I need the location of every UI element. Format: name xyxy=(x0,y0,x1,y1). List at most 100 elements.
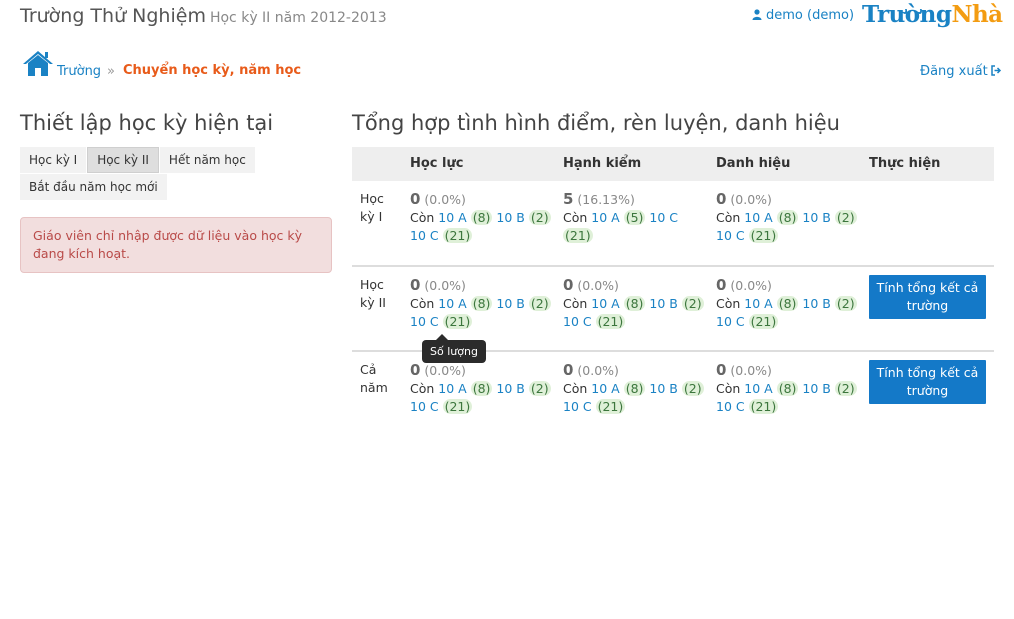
count-badge: (8) xyxy=(776,381,799,396)
count-badge: (21) xyxy=(595,314,626,329)
summary-row-hoc-ky-1: Học kỳ I 0 (0.0%) Còn 10 A (8) 10 B (2) … xyxy=(352,181,994,267)
percent-value: (16.13%) xyxy=(577,192,635,207)
count-badge: (21) xyxy=(748,314,779,329)
cell-danh-hieu: 0 (0.0%) Còn 10 A (8) 10 B (2) 10 C (21) xyxy=(716,190,861,245)
class-link-10a[interactable]: 10 A xyxy=(744,296,772,311)
cell-hoc-luc: 0 (0.0%) Còn 10 A (8) 10 B (2) 10 C (21) xyxy=(410,276,555,331)
class-link-10c[interactable]: 10 C xyxy=(716,399,745,414)
user-name: demo (demo) xyxy=(766,8,855,23)
count-badge: (8) xyxy=(470,296,493,311)
class-link-10a[interactable]: 10 A xyxy=(438,210,466,225)
count-badge: (8) xyxy=(470,381,493,396)
count-badge: (2) xyxy=(834,296,857,311)
class-link-10a[interactable]: 10 A xyxy=(744,210,772,225)
cell-danh-hieu: 0 (0.0%) Còn 10 A (8) 10 B (2) 10 C (21) xyxy=(716,361,861,416)
tab-hoc-ky-1[interactable]: Học kỳ I xyxy=(20,147,87,173)
class-link-10c[interactable]: 10 C xyxy=(410,399,439,414)
percent-value: (0.0%) xyxy=(577,363,619,378)
count-badge: (2) xyxy=(681,296,704,311)
class-link-10c[interactable]: 10 C xyxy=(563,399,592,414)
row-label: Học kỳ II xyxy=(360,277,386,310)
count-value: 0 xyxy=(716,361,727,379)
truongnha-logo[interactable]: TrườngNhà xyxy=(862,1,1003,28)
tab-hoc-ky-2[interactable]: Học kỳ II xyxy=(87,147,159,173)
class-link-10c[interactable]: 10 C xyxy=(649,210,678,225)
remaining-label: Còn xyxy=(716,210,741,225)
class-link-10a[interactable]: 10 A xyxy=(438,381,466,396)
class-link-10c[interactable]: 10 C xyxy=(410,314,439,329)
class-link-10a[interactable]: 10 A xyxy=(591,381,619,396)
count-badge: (21) xyxy=(748,399,779,414)
count-badge: (8) xyxy=(623,381,646,396)
count-badge: (5) xyxy=(623,210,646,225)
logout-icon xyxy=(990,65,1001,76)
tab-het-nam-hoc[interactable]: Hết năm học xyxy=(159,147,255,173)
class-link-10c[interactable]: 10 C xyxy=(563,314,592,329)
percent-value: (0.0%) xyxy=(730,278,772,293)
cell-hanh-kiem: 5 (16.13%) Còn 10 A (5) 10 C (21) xyxy=(563,190,708,245)
logo-part-1: Trường xyxy=(862,1,952,28)
class-link-10b[interactable]: 10 B xyxy=(649,381,677,396)
cell-hoc-luc: 0 (0.0%) Còn 10 A (8) 10 B (2) 10 C (21) xyxy=(410,361,555,416)
col-hanh-kiem: Hạnh kiểm xyxy=(563,156,642,171)
count-value: 0 xyxy=(410,361,421,379)
cell-hoc-luc: 0 (0.0%) Còn 10 A (8) 10 B (2) 10 C (21) xyxy=(410,190,555,245)
count-badge: (21) xyxy=(442,228,473,243)
class-link-10a[interactable]: 10 A xyxy=(591,296,619,311)
percent-value: (0.0%) xyxy=(730,192,772,207)
summary-title: Tổng hợp tình hình điểm, rèn luyện, danh… xyxy=(352,111,840,135)
compute-school-summary-button[interactable]: Tính tổng kết cả trường xyxy=(869,275,986,319)
class-link-10c[interactable]: 10 C xyxy=(716,314,745,329)
count-badge: (21) xyxy=(442,314,473,329)
breadcrumb-separator: » xyxy=(107,64,115,79)
remaining-label: Còn xyxy=(563,210,588,225)
compute-school-summary-button[interactable]: Tính tổng kết cả trường xyxy=(869,360,986,404)
col-thuc-hien: Thực hiện xyxy=(869,156,941,171)
percent-value: (0.0%) xyxy=(730,363,772,378)
class-link-10b[interactable]: 10 B xyxy=(496,296,524,311)
breadcrumb-home-link[interactable]: Trường xyxy=(57,64,101,79)
class-link-10b[interactable]: 10 B xyxy=(496,210,524,225)
summary-table-header: Học lực Hạnh kiểm Danh hiệu Thực hiện xyxy=(352,147,994,181)
count-value: 5 xyxy=(563,190,574,208)
count-value: 0 xyxy=(716,276,727,294)
count-value: 0 xyxy=(410,276,421,294)
count-badge: (21) xyxy=(595,399,626,414)
class-link-10b[interactable]: 10 B xyxy=(496,381,524,396)
class-link-10b[interactable]: 10 B xyxy=(802,381,830,396)
percent-value: (0.0%) xyxy=(424,363,466,378)
logout-label: Đăng xuất xyxy=(920,64,988,79)
summary-row-ca-nam: Cả năm 0 (0.0%) Còn 10 A (8) 10 B (2) 10… xyxy=(352,352,994,436)
school-name: Trường Thử Nghiệm xyxy=(20,5,206,27)
class-link-10a[interactable]: 10 A xyxy=(438,296,466,311)
user-icon xyxy=(752,9,762,20)
class-link-10a[interactable]: 10 A xyxy=(591,210,619,225)
class-link-10c[interactable]: 10 C xyxy=(716,228,745,243)
class-link-10b[interactable]: 10 B xyxy=(802,296,830,311)
count-value: 0 xyxy=(563,361,574,379)
logout-link[interactable]: Đăng xuất xyxy=(920,64,1002,79)
row-label: Học kỳ I xyxy=(360,191,384,224)
home-icon[interactable] xyxy=(22,49,54,77)
count-badge: (2) xyxy=(834,381,857,396)
count-badge: (8) xyxy=(470,210,493,225)
row-label: Cả năm xyxy=(360,362,388,395)
start-new-year-button[interactable]: Bắt đầu năm học mới xyxy=(20,174,167,200)
count-value: 0 xyxy=(410,190,421,208)
count-badge: (2) xyxy=(528,381,551,396)
class-link-10c[interactable]: 10 C xyxy=(410,228,439,243)
percent-value: (0.0%) xyxy=(577,278,619,293)
count-badge: (21) xyxy=(748,228,779,243)
remaining-label: Còn xyxy=(410,296,435,311)
count-badge: (21) xyxy=(442,399,473,414)
count-badge: (8) xyxy=(776,210,799,225)
class-link-10b[interactable]: 10 B xyxy=(649,296,677,311)
left-panel-title: Thiết lập học kỳ hiện tại xyxy=(20,111,274,135)
user-menu-link[interactable]: demo (demo) xyxy=(752,8,854,23)
remaining-label: Còn xyxy=(563,381,588,396)
class-link-10b[interactable]: 10 B xyxy=(802,210,830,225)
current-term: Học kỳ II năm 2012-2013 xyxy=(209,10,387,26)
remaining-label: Còn xyxy=(716,296,741,311)
school-title: Trường Thử Nghiệm Học kỳ II năm 2012-2013 xyxy=(20,5,387,27)
class-link-10a[interactable]: 10 A xyxy=(744,381,772,396)
